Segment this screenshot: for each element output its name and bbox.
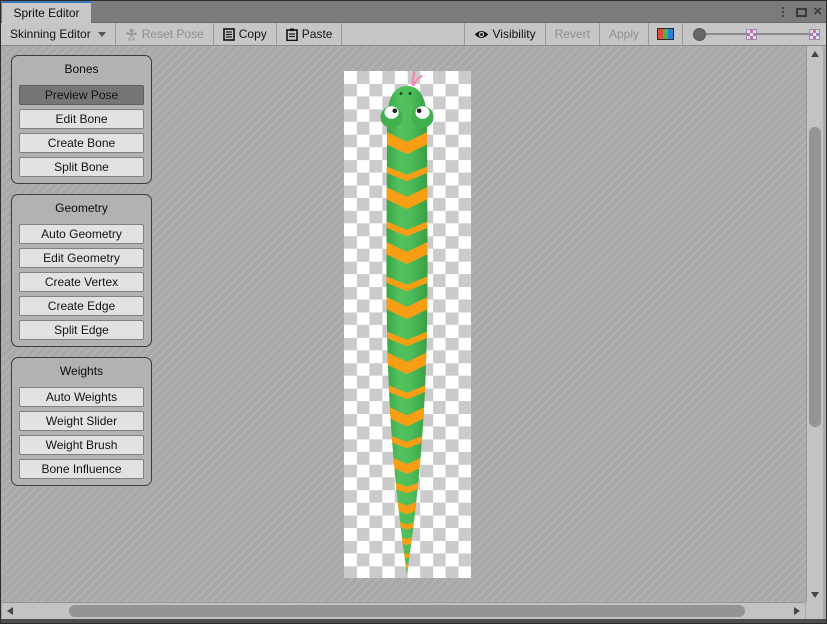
edit-geometry-button[interactable]: Edit Geometry: [19, 248, 144, 268]
skinning-editor-dropdown[interactable]: Skinning Editor: [1, 23, 115, 45]
scroll-down-icon[interactable]: [811, 592, 819, 598]
auto-geometry-button[interactable]: Auto Geometry: [19, 224, 144, 244]
create-bone-button[interactable]: Create Bone: [19, 133, 144, 153]
sprite-editor-window: Sprite Editor × Skinning Editor Reset Po…: [0, 0, 827, 624]
maximize-icon[interactable]: [796, 8, 807, 17]
window-bottom-edge: [1, 619, 826, 623]
snake-sprite: [344, 71, 471, 578]
sprite-texture-canvas[interactable]: [344, 71, 471, 578]
create-edge-button[interactable]: Create Edge: [19, 296, 144, 316]
bones-panel-title: Bones: [19, 62, 144, 76]
sprite-opacity-slider-track[interactable]: [757, 33, 809, 35]
pose-figure-icon: [125, 28, 138, 41]
auto-weights-button[interactable]: Auto Weights: [19, 387, 144, 407]
kebab-menu-icon[interactable]: [776, 4, 790, 20]
split-bone-button[interactable]: Split Bone: [19, 157, 144, 177]
scroll-right-icon[interactable]: [794, 607, 800, 615]
paste-icon: [286, 28, 298, 41]
visibility-button[interactable]: Visibility: [465, 23, 545, 45]
create-vertex-button[interactable]: Create Vertex: [19, 272, 144, 292]
scroll-up-icon[interactable]: [811, 51, 819, 57]
vertical-scrollbar-thumb[interactable]: [809, 127, 821, 427]
scroll-left-icon[interactable]: [7, 607, 13, 615]
bone-opacity-slider-track[interactable]: [706, 33, 746, 35]
weight-slider-button[interactable]: Weight Slider: [19, 411, 144, 431]
title-bar: Sprite Editor ×: [1, 1, 826, 23]
horizontal-scrollbar[interactable]: [2, 602, 805, 619]
chevron-down-icon: [98, 32, 106, 37]
toolbar: Skinning Editor Reset Pose Copy Paste: [1, 23, 826, 46]
eye-icon: [474, 29, 489, 40]
preview-pose-button[interactable]: Preview Pose: [19, 85, 144, 105]
scrollbar-corner: [806, 602, 823, 619]
bone-texture-icon: [746, 29, 757, 40]
geometry-panel-title: Geometry: [19, 201, 144, 215]
weights-panel-title: Weights: [19, 364, 144, 378]
edit-bone-button[interactable]: Edit Bone: [19, 109, 144, 129]
geometry-panel: Geometry Auto Geometry Edit Geometry Cre…: [11, 194, 152, 347]
vertical-scrollbar[interactable]: [806, 46, 823, 603]
color-overlay-button[interactable]: [649, 23, 682, 45]
horizontal-scrollbar-thumb[interactable]: [69, 605, 745, 617]
revert-button[interactable]: Revert: [546, 23, 599, 45]
rgb-swatch-icon: [657, 28, 674, 40]
weights-panel: Weights Auto Weights Weight Slider Weigh…: [11, 357, 152, 486]
split-edge-button[interactable]: Split Edge: [19, 320, 144, 340]
copy-button[interactable]: Copy: [214, 23, 276, 45]
opacity-sliders: [683, 23, 826, 45]
bones-panel: Bones Preview Pose Edit Bone Create Bone…: [11, 55, 152, 184]
reset-pose-button[interactable]: Reset Pose: [116, 23, 213, 45]
bone-opacity-slider-knob[interactable]: [693, 28, 706, 41]
paste-button[interactable]: Paste: [277, 23, 342, 45]
tab-title: Sprite Editor: [13, 6, 79, 20]
tab-sprite-editor[interactable]: Sprite Editor: [2, 1, 91, 23]
weight-brush-button[interactable]: Weight Brush: [19, 435, 144, 455]
sprite-texture-icon: [809, 29, 820, 40]
copy-icon: [223, 28, 235, 41]
bone-influence-button[interactable]: Bone Influence: [19, 459, 144, 479]
apply-button[interactable]: Apply: [600, 23, 648, 45]
close-icon[interactable]: ×: [813, 5, 822, 19]
